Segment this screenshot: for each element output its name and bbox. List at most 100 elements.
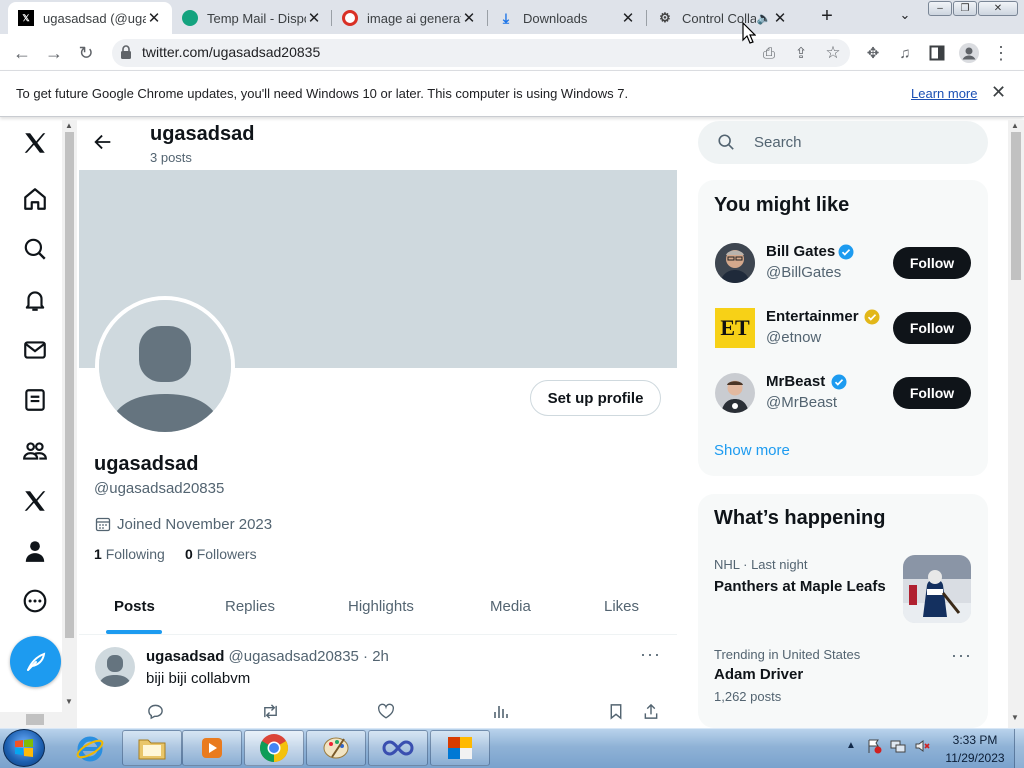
bookmark-star-icon[interactable]: ☆ — [820, 40, 846, 66]
right-scrollbar-thumb[interactable] — [1011, 132, 1021, 280]
communities-icon[interactable] — [20, 436, 50, 466]
suggestion-name[interactable]: MrBeast — [766, 373, 825, 390]
trend-title[interactable]: Adam Driver — [714, 666, 803, 683]
browser-tab-image-ai[interactable]: image ai generator ✕ — [332, 2, 487, 34]
learn-more-link[interactable]: Learn more — [911, 86, 977, 101]
tab-replies[interactable]: Replies — [225, 598, 275, 615]
views-analytics-icon[interactable] — [493, 703, 511, 721]
etnow-avatar[interactable]: ET — [715, 308, 755, 348]
side-panel-icon[interactable] — [924, 40, 950, 66]
like-heart-icon[interactable] — [377, 703, 395, 721]
paint-taskbar-button[interactable] — [306, 730, 366, 766]
close-tab-icon[interactable]: ✕ — [306, 9, 322, 27]
scroll-up-arrow-icon[interactable]: ▲ — [1011, 121, 1019, 130]
lists-icon[interactable] — [20, 385, 50, 415]
action-center-flag-icon[interactable] — [866, 738, 882, 754]
chrome-taskbar-button[interactable] — [244, 730, 304, 766]
scroll-down-arrow-icon[interactable]: ▼ — [1011, 713, 1019, 722]
follow-button[interactable]: Follow — [893, 312, 971, 344]
back-arrow-icon[interactable]: ← — [9, 40, 35, 66]
tab-posts[interactable]: Posts — [114, 598, 155, 615]
office-taskbar-button[interactable] — [430, 730, 490, 766]
post-author-name[interactable]: ugasadsad — [146, 648, 224, 665]
profile-person-icon[interactable] — [20, 536, 50, 566]
post-more-icon[interactable]: ··· — [640, 644, 661, 665]
scroll-up-arrow-icon[interactable]: ▲ — [65, 121, 73, 130]
post-author-avatar[interactable] — [95, 647, 135, 687]
minimize-window-icon[interactable]: – — [928, 1, 952, 16]
reload-icon[interactable]: ↻ — [73, 40, 99, 66]
share-post-icon[interactable] — [643, 703, 661, 721]
start-button[interactable] — [3, 729, 45, 767]
browser-tab-collabvm[interactable]: ⚙ Control Collabvm 🔈 ✕ — [647, 2, 804, 34]
tab-likes[interactable]: Likes — [604, 598, 639, 615]
close-tab-icon[interactable]: ✕ — [772, 9, 788, 27]
horizontal-scrollbar-thumb[interactable] — [26, 714, 44, 725]
search-box[interactable] — [698, 121, 988, 164]
suggestion-name[interactable]: Bill Gates — [766, 243, 835, 260]
internet-explorer-icon[interactable] — [72, 733, 108, 765]
url-text[interactable]: twitter.com/ugasadsad20835 — [142, 44, 320, 60]
close-window-icon[interactable]: ✕ — [978, 1, 1018, 16]
bill-gates-avatar[interactable] — [715, 243, 755, 283]
clock-date[interactable]: 11/29/2023 — [940, 751, 1010, 765]
messages-envelope-icon[interactable] — [20, 335, 50, 365]
show-more-link[interactable]: Show more — [714, 442, 790, 459]
tab-highlights[interactable]: Highlights — [348, 598, 414, 615]
infobar-close-icon[interactable]: ✕ — [991, 82, 1006, 103]
restore-window-icon[interactable]: ❐ — [953, 1, 977, 16]
compose-post-button[interactable] — [10, 636, 61, 687]
file-explorer-taskbar-button[interactable] — [122, 730, 182, 766]
follow-button[interactable]: Follow — [893, 377, 971, 409]
suggestion-name[interactable]: Entertainmer — [766, 308, 862, 325]
share-icon[interactable]: ⇪ — [788, 40, 814, 66]
followers-link[interactable]: 0 Followers — [185, 546, 257, 562]
premium-x-icon[interactable] — [20, 486, 50, 516]
close-tab-icon[interactable]: ✕ — [461, 9, 477, 27]
close-tab-icon[interactable]: ✕ — [146, 9, 162, 27]
follow-button[interactable]: Follow — [893, 247, 971, 279]
profile-avatar[interactable] — [95, 296, 235, 436]
tab-search-chevron-icon[interactable]: ⌄ — [895, 7, 915, 27]
volume-muted-icon[interactable] — [914, 738, 930, 754]
media-controls-icon[interactable]: ♫ — [892, 40, 918, 66]
profile-avatar-icon[interactable] — [956, 40, 982, 66]
more-menu-icon[interactable]: ⋮ — [988, 40, 1014, 66]
home-icon[interactable] — [20, 184, 50, 214]
tab-media[interactable]: Media — [490, 598, 531, 615]
reply-icon[interactable] — [147, 703, 165, 721]
mrbeast-avatar[interactable] — [715, 373, 755, 413]
show-hidden-icons-icon[interactable]: ▲ — [846, 740, 856, 751]
browser-tab-downloads[interactable]: ⤓ Downloads ✕ — [488, 2, 646, 34]
page-scrollbar-thumb[interactable] — [65, 132, 74, 638]
app-taskbar-button[interactable] — [368, 730, 428, 766]
close-tab-icon[interactable]: ✕ — [620, 9, 636, 27]
speaker-icon[interactable]: 🔈 — [756, 11, 772, 25]
explore-search-icon[interactable] — [20, 234, 50, 264]
following-link[interactable]: 1 Following — [94, 546, 165, 562]
repost-icon[interactable] — [261, 703, 281, 721]
lock-icon[interactable] — [120, 45, 134, 61]
browser-tab-twitter[interactable]: 𝕏 ugasadsad (@ugasadsad20835) / X ✕ — [8, 2, 172, 34]
install-app-icon[interactable]: ⎙ — [756, 40, 782, 66]
notifications-bell-icon[interactable] — [20, 285, 50, 315]
forward-arrow-icon[interactable]: → — [41, 40, 67, 66]
media-player-taskbar-button[interactable] — [182, 730, 242, 766]
trend-thumbnail-hockey[interactable] — [903, 555, 971, 623]
bookmark-icon[interactable] — [608, 703, 626, 721]
extensions-puzzle-icon[interactable]: ✥ — [860, 40, 886, 66]
set-up-profile-button[interactable]: Set up profile — [530, 380, 661, 416]
trend-title[interactable]: Panthers at Maple Leafs — [714, 578, 886, 595]
x-logo-icon[interactable] — [20, 128, 50, 158]
search-input[interactable]: Search — [754, 134, 802, 151]
network-icon[interactable] — [890, 738, 906, 754]
more-options-circle-icon[interactable] — [20, 586, 50, 616]
clock-time[interactable]: 3:33 PM — [940, 733, 1010, 747]
post-meta[interactable]: @ugasadsad20835 · 2h — [229, 648, 389, 665]
trend-more-icon[interactable]: ··· — [951, 645, 972, 666]
show-desktop-button[interactable] — [1014, 729, 1024, 768]
back-arrow-icon[interactable] — [92, 131, 118, 155]
new-tab-icon[interactable]: + — [816, 5, 838, 27]
browser-tab-tempmail[interactable]: Temp Mail - Disposable ✕ — [172, 2, 332, 34]
scroll-down-arrow-icon[interactable]: ▼ — [65, 697, 73, 706]
